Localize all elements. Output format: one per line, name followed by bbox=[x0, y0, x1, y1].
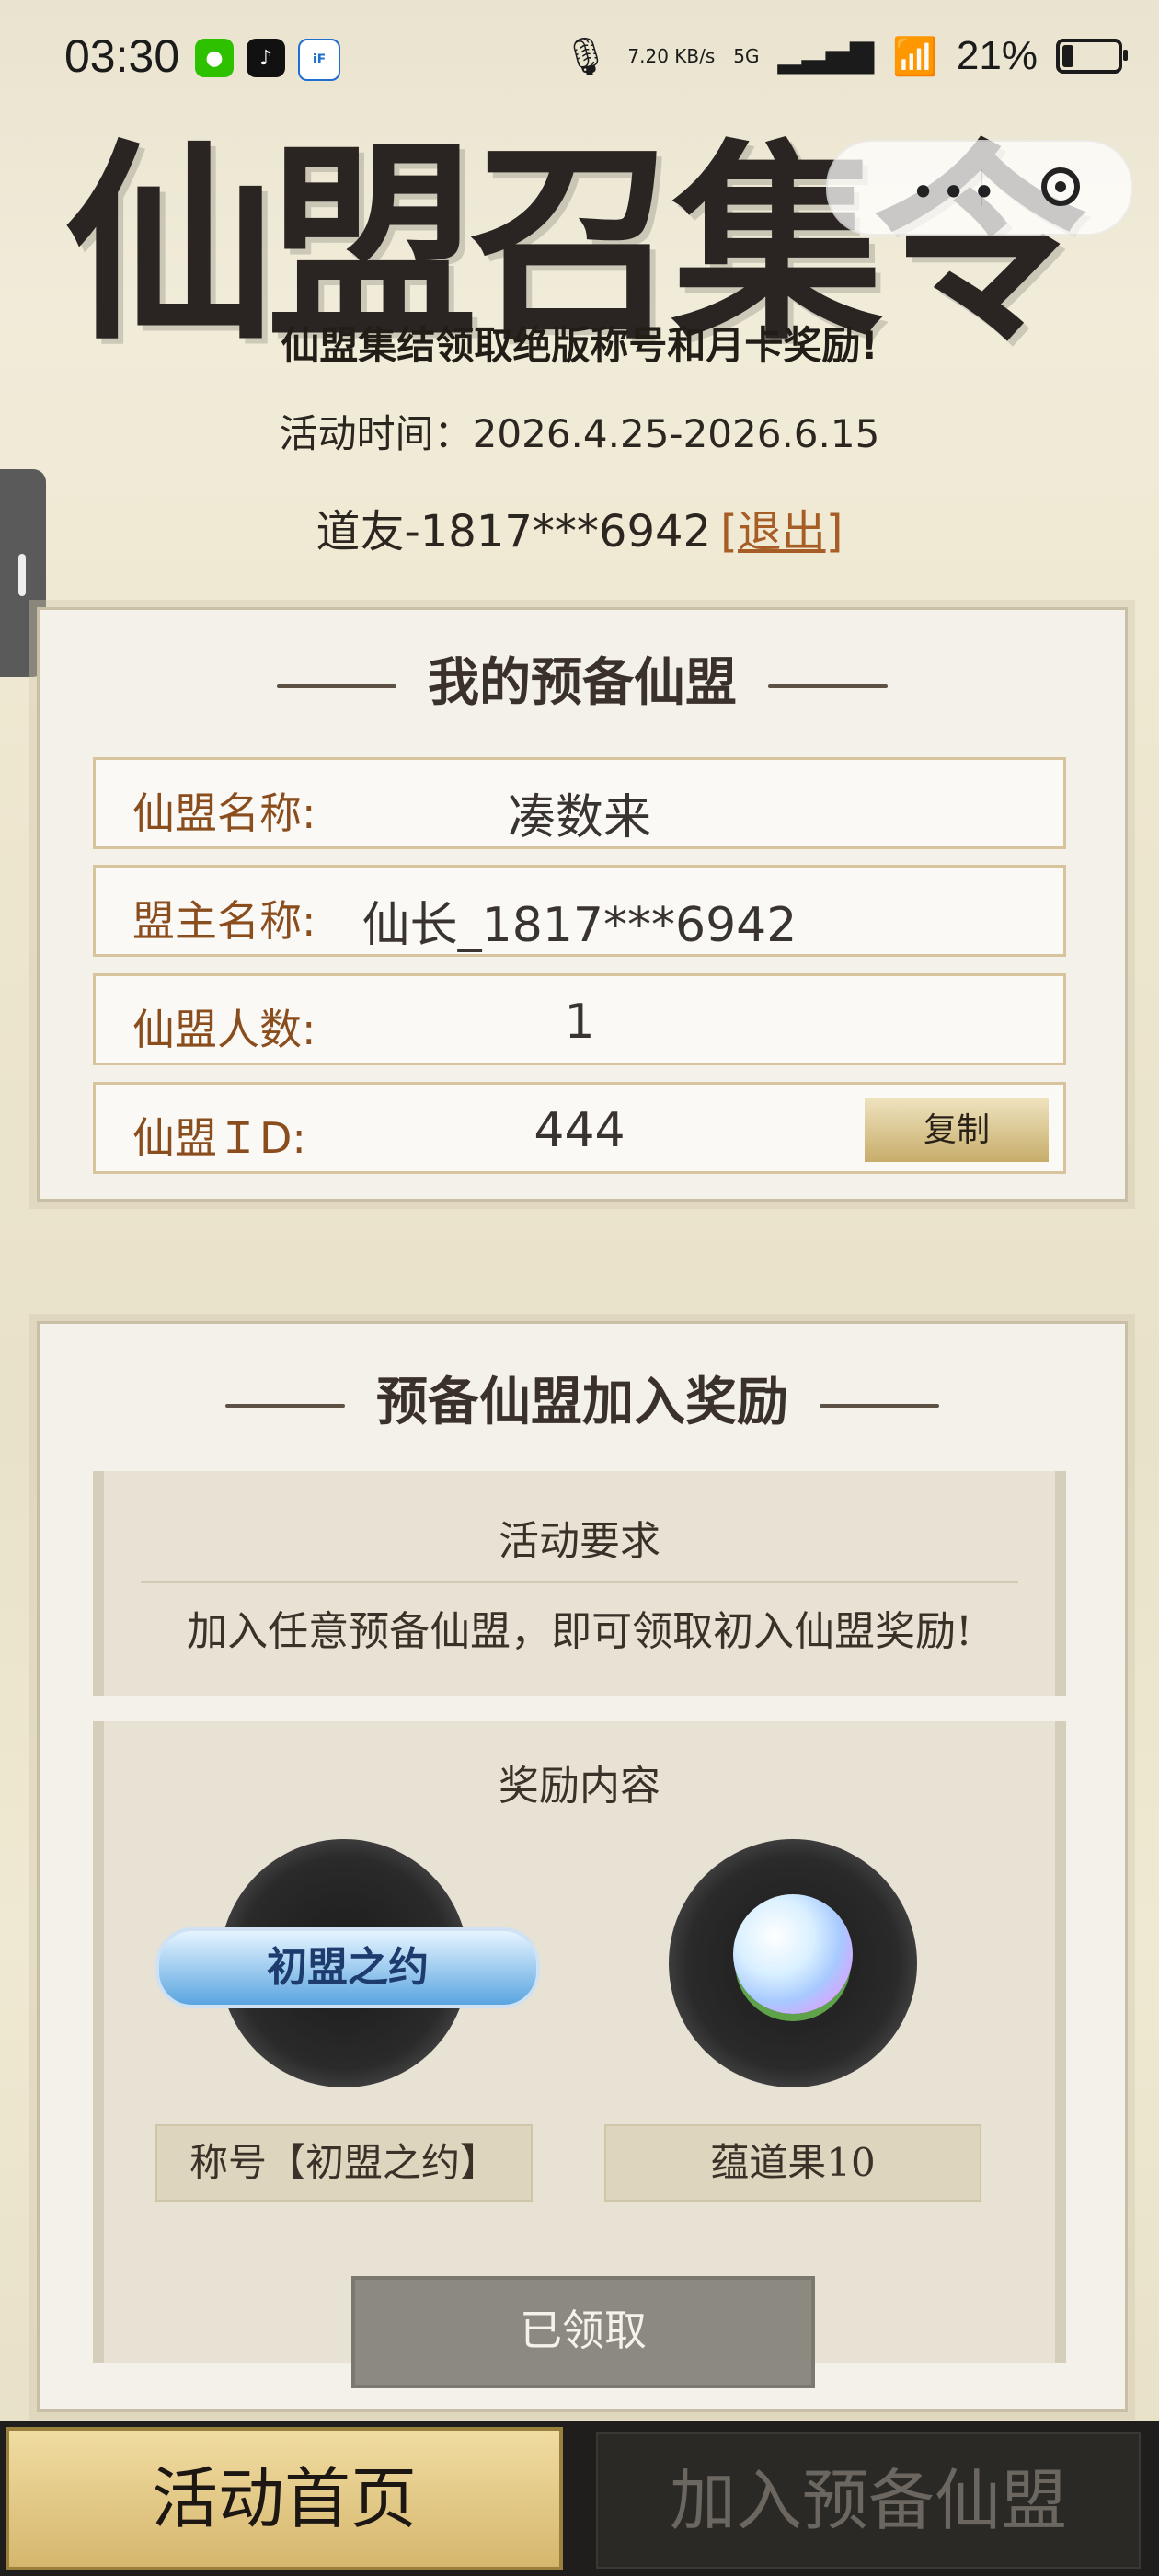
requirement-divider bbox=[141, 1581, 1018, 1583]
reward-label: 蕴道果10 bbox=[604, 2124, 981, 2202]
join-reward-title-text: 预备仙盟加入奖励 bbox=[376, 1372, 788, 1432]
title-decoration-right bbox=[820, 1404, 939, 1409]
fruit-icon bbox=[733, 1894, 853, 2014]
title-decoration-right bbox=[768, 684, 888, 689]
copy-id-button[interactable]: 复制 bbox=[865, 1098, 1049, 1162]
logout-link[interactable]: [退出] bbox=[720, 506, 843, 558]
tab-activity-home[interactable]: 活动首页 bbox=[6, 2427, 563, 2570]
my-alliance-title: 我的预备仙盟 bbox=[40, 641, 1125, 716]
join-reward-panel: 预备仙盟加入奖励 活动要求 加入任意预备仙盟，即可领取初入仙盟奖励! 奖励内容 … bbox=[37, 1321, 1128, 2412]
claimed-button[interactable]: 已领取 bbox=[351, 2276, 815, 2388]
reward-box: 奖励内容 初盟之约 称号【初盟之约】 蕴道果10 bbox=[93, 1721, 1066, 2363]
requirement-text: 加入任意预备仙盟，即可领取初入仙盟奖励! bbox=[187, 1608, 972, 1655]
alliance-id-row: 仙盟ＩD: 444 复制 bbox=[93, 1082, 1066, 1174]
tab-join-alliance[interactable]: 加入预备仙盟 bbox=[596, 2432, 1141, 2569]
close-miniprogram-icon[interactable] bbox=[1041, 167, 1080, 206]
title-decoration-left bbox=[225, 1404, 345, 1409]
banner-subtitle: 仙盟集结领取绝版称号和月卡奖励! bbox=[281, 323, 878, 368]
bottom-navigation: 活动首页 加入预备仙盟 bbox=[0, 2421, 1159, 2576]
alliance-name-row: 仙盟名称: 凑数来 bbox=[93, 757, 1066, 849]
ink-circle bbox=[669, 1839, 917, 2087]
join-reward-title: 预备仙盟加入奖励 bbox=[40, 1361, 1125, 1435]
title-decoration-left bbox=[277, 684, 396, 689]
requirement-box: 活动要求 加入任意预备仙盟，即可领取初入仙盟奖励! bbox=[93, 1471, 1066, 1696]
user-name: 道友-1817***6942 bbox=[316, 506, 712, 558]
requirement-heading: 活动要求 bbox=[499, 1518, 660, 1565]
more-menu-icon[interactable]: ••• bbox=[911, 167, 1002, 217]
reward-heading: 奖励内容 bbox=[499, 1763, 660, 1810]
leader-name-row: 盟主名称: 仙长_1817***6942 bbox=[93, 865, 1066, 957]
member-count-row: 仙盟人数: 1 bbox=[93, 973, 1066, 1065]
member-count-value: 1 bbox=[564, 995, 595, 1050]
alliance-name-value: 凑数来 bbox=[507, 790, 651, 845]
ink-circle: 初盟之约 bbox=[155, 1839, 540, 2087]
reward-item-fruit: 蕴道果10 bbox=[604, 1839, 981, 2202]
capsule-divider bbox=[981, 169, 982, 206]
reward-item-title: 初盟之约 称号【初盟之约】 bbox=[155, 1839, 540, 2202]
title-badge-image: 初盟之约 bbox=[155, 1927, 540, 2008]
leader-name-value: 仙长_1817***6942 bbox=[361, 898, 798, 953]
activity-time: 活动时间：2026.4.25-2026.6.15 bbox=[279, 411, 880, 456]
user-info: 道友-1817***6942 [退出] bbox=[0, 495, 1159, 559]
mini-program-capsule: ••• bbox=[826, 140, 1133, 236]
reward-label: 称号【初盟之约】 bbox=[155, 2124, 533, 2202]
my-alliance-title-text: 我的预备仙盟 bbox=[428, 652, 737, 713]
my-alliance-panel: 我的预备仙盟 仙盟名称: 凑数来 盟主名称: 仙长_1817***6942 仙盟… bbox=[37, 607, 1128, 1202]
